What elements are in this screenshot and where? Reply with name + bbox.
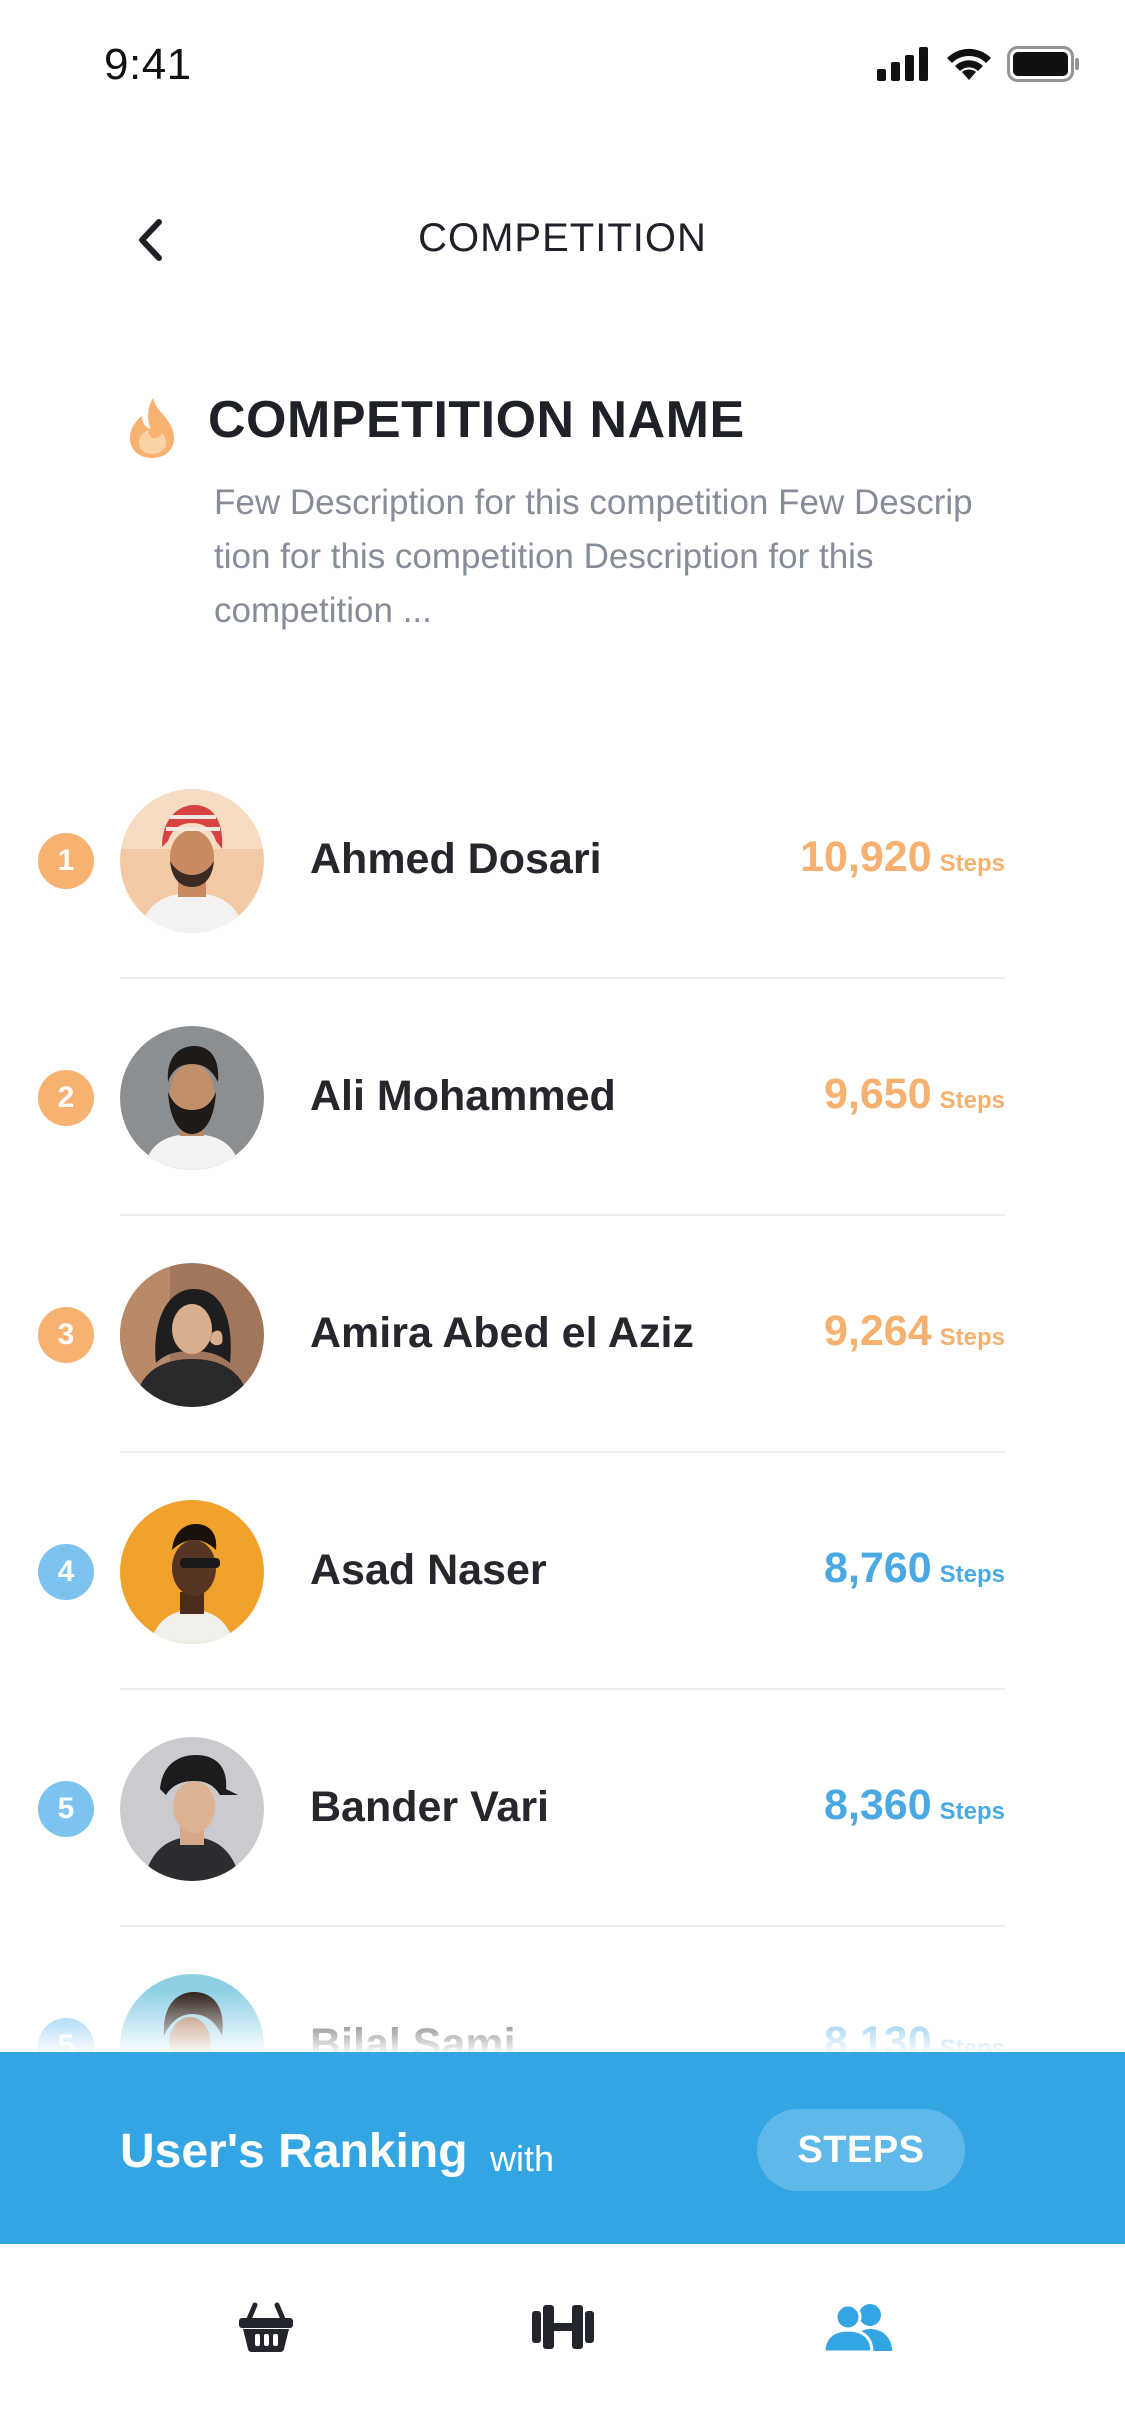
avatar: [120, 1499, 264, 1644]
cellular-signal-icon: [877, 47, 928, 81]
score-unit: Steps: [939, 1323, 1005, 1351]
wifi-icon: [947, 48, 991, 80]
competition-description: Few Description for this competition Few…: [214, 483, 973, 630]
nav-item-shop[interactable]: [226, 2292, 306, 2362]
user-name: Amira Abed el Aziz: [310, 1308, 694, 1357]
rank-badge: 3: [38, 1306, 94, 1363]
ranking-banner: User's Ranking with STEPS: [0, 2052, 1125, 2244]
user-name: Asad Naser: [310, 1545, 547, 1594]
shopping-basket-icon: [239, 2302, 293, 2352]
flame-icon: [130, 398, 174, 458]
avatar: [120, 1736, 264, 1881]
ranking-row[interactable]: 2 Ali Mohammed 9,650 Steps: [0, 979, 1125, 1216]
score-unit: Steps: [939, 1086, 1005, 1114]
metric-selector-button[interactable]: STEPS: [757, 2109, 965, 2191]
score-unit: Steps: [939, 1797, 1005, 1825]
ranking-row[interactable]: 5 Bilal Sami 8,130 Steps: [0, 1927, 1125, 2052]
ranking-row[interactable]: 5 Bander Vari 8,360 Steps: [0, 1690, 1125, 1927]
score-value: 10,920: [800, 832, 932, 881]
user-name: Ali Mohammed: [310, 1071, 616, 1120]
score-value: 9,650: [824, 1069, 932, 1118]
header: COMPETITION: [0, 190, 1125, 290]
banner-with: with: [490, 2138, 555, 2179]
rank-badge: 4: [38, 1543, 94, 1600]
user-name: Bilal Sami: [310, 2019, 516, 2053]
score-unit: Steps: [939, 849, 1005, 877]
nav-item-workout[interactable]: [523, 2292, 603, 2362]
users-icon: [822, 2303, 892, 2353]
status-time: 9:41: [104, 40, 192, 89]
ranking-row[interactable]: 4 Asad Naser 8,760 Steps: [0, 1453, 1125, 1690]
ranking-list[interactable]: 1 Ahmed Dosari 10,920 Steps 2 Ali Mohamm…: [0, 742, 1125, 2052]
avatar: [120, 1973, 264, 2052]
status-bar: 9:41: [0, 0, 1125, 132]
dumbbell-icon: [532, 2305, 594, 2349]
score-value: 9,264: [824, 1306, 932, 1355]
ranking-row[interactable]: 1 Ahmed Dosari 10,920 Steps: [0, 742, 1125, 979]
rank-badge: 5: [38, 1780, 94, 1837]
avatar: [120, 1025, 264, 1170]
score-unit: Steps: [939, 2034, 1005, 2053]
avatar: [120, 788, 264, 933]
score-value: 8,360: [824, 1780, 932, 1829]
score: 8,360 Steps: [824, 1781, 1005, 1830]
score-unit: Steps: [939, 1560, 1005, 1588]
competition-name: COMPETITION NAME: [208, 391, 745, 449]
avatar: [120, 1262, 264, 1407]
score-value: 8,760: [824, 1543, 932, 1592]
score: 8,130 Steps: [824, 2018, 1005, 2053]
rank-badge: 5: [38, 2017, 94, 2052]
score: 9,650 Steps: [824, 1070, 1005, 1119]
banner-title: User's Ranking: [120, 2125, 468, 2178]
rank-badge: 1: [38, 832, 94, 889]
score: 9,264 Steps: [824, 1307, 1005, 1356]
nav-item-community[interactable]: [818, 2292, 898, 2362]
score: 10,920 Steps: [800, 833, 1005, 882]
bottom-nav: [0, 2244, 1125, 2436]
status-icons: [877, 46, 1081, 82]
battery-icon: [1007, 46, 1079, 82]
page-title: COMPETITION: [418, 216, 707, 260]
rank-badge: 2: [38, 1069, 94, 1126]
score-value: 8,130: [824, 2017, 932, 2053]
score: 8,760 Steps: [824, 1544, 1005, 1593]
user-name: Ahmed Dosari: [310, 834, 602, 883]
user-name: Bander Vari: [310, 1782, 549, 1831]
ranking-row[interactable]: 3 Amira Abed el Aziz 9,264 Steps: [0, 1216, 1125, 1453]
